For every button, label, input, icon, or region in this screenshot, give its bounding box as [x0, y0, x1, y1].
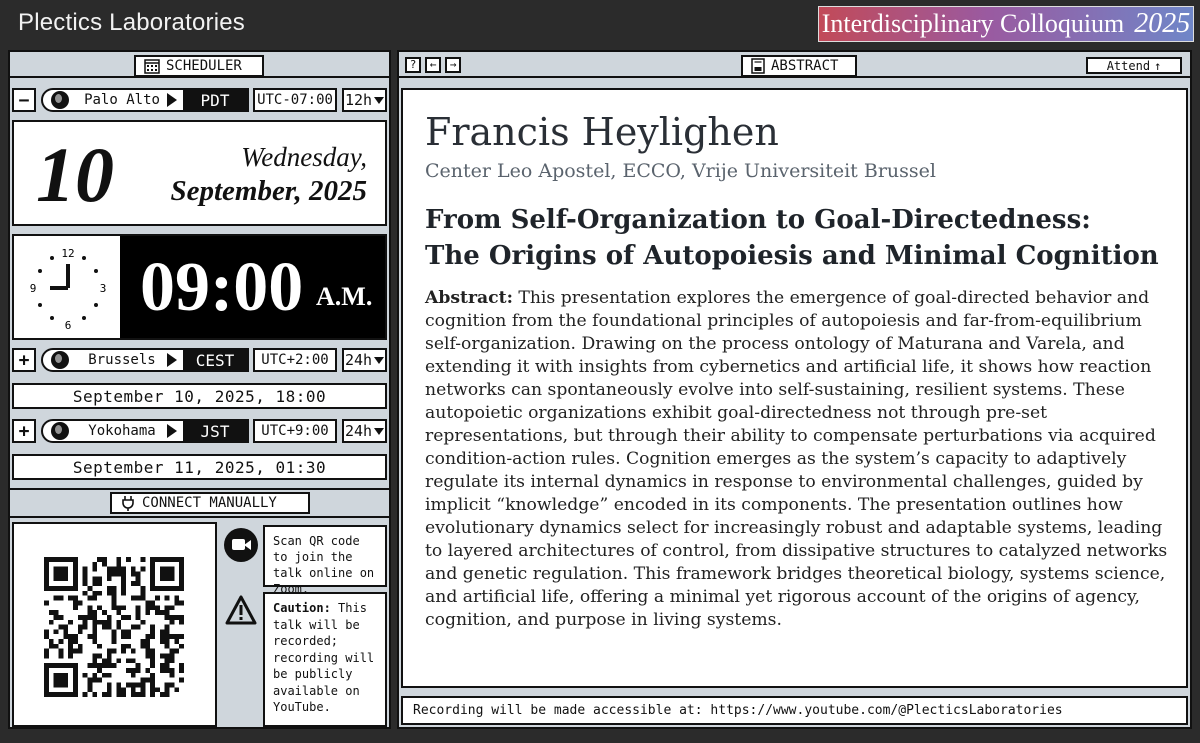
play-arrow-icon — [167, 353, 177, 367]
digital-clock: 09:00 A.M. — [120, 236, 385, 338]
chevron-down-icon — [374, 356, 385, 364]
utc-offset: UTC+2:00 — [253, 348, 337, 372]
plug-icon — [122, 496, 134, 511]
speaker-name: Francis Heylighen — [425, 110, 779, 154]
banner-title: Interdisciplinary Colloquium — [821, 9, 1125, 38]
abstract-label: Abstract: — [425, 288, 513, 308]
tz-abbreviation: PDT — [183, 90, 247, 110]
back-button[interactable]: ← — [425, 57, 441, 73]
document-icon — [751, 58, 765, 74]
utc-offset: UTC+9:00 — [253, 419, 337, 443]
abstract-text: This presentation explores the emergence… — [425, 288, 1168, 630]
dial-3: 3 — [100, 282, 107, 295]
city-name: Brussels — [88, 352, 156, 368]
abstract-content: Francis Heylighen Center Leo Apostel, EC… — [401, 88, 1188, 688]
arrow-up-icon: ↑ — [1154, 58, 1162, 73]
hour-format-value: 12h — [344, 91, 373, 109]
day-number: 10 — [36, 131, 114, 218]
speaker-affiliation: Center Leo Apostel, ECCO, Vrije Universi… — [425, 160, 936, 182]
caution-note: Caution: This talk will be recorded; rec… — [263, 592, 387, 727]
timezone-row-yokohama: + Yokohama JST UTC+9:00 24h — [10, 419, 389, 445]
datetime-yokohama: September 11, 2025, 01:30 — [12, 454, 387, 480]
connect-header: CONNECT MANUALLY — [10, 488, 389, 518]
datetime-brussels: September 10, 2025, 18:00 — [12, 383, 387, 409]
utc-offset: UTC-07:00 — [253, 88, 337, 112]
hour-format-select[interactable]: 12h — [342, 88, 387, 112]
chevron-down-icon — [374, 96, 385, 104]
dial-12: 12 — [61, 247, 74, 260]
warning-icon — [225, 595, 257, 625]
video-camera-icon — [224, 528, 258, 562]
primary-timezone-row: − Palo Alto PDT UTC-07:00 12h — [10, 88, 389, 114]
date-display: 10 Wednesday, September, 2025 — [12, 120, 387, 226]
forward-button[interactable]: → — [445, 57, 461, 73]
expand-timezone-button[interactable]: + — [12, 348, 36, 372]
app-title: Plectics Laboratories — [18, 9, 245, 36]
talk-title-line-2: The Origins of Autopoiesis and Minimal C… — [425, 241, 1159, 271]
calendar-icon — [144, 59, 160, 74]
hour-format-value: 24h — [344, 422, 373, 440]
clock-time: 09:00 — [140, 249, 304, 326]
clock-ampm: A.M. — [316, 282, 373, 311]
top-bar: Plectics Laboratories Interdisciplinary … — [0, 0, 1200, 46]
dial-6: 6 — [65, 319, 72, 332]
tz-abbreviation: CEST — [183, 350, 247, 370]
attend-button[interactable]: Attend ↑ — [1086, 57, 1182, 74]
zoom-note: Scan QR code to join the talk online on … — [263, 525, 387, 596]
caution-text: This talk will be recorded; recording wi… — [273, 601, 375, 714]
weekday: Wednesday, — [241, 142, 367, 172]
abstract-title: ABSTRACT — [741, 55, 857, 77]
abstract-panel: ? ← → ABSTRACT Attend ↑ Francis Heylighe… — [397, 50, 1192, 729]
expand-timezone-button[interactable]: + — [12, 419, 36, 443]
qr-code-image[interactable] — [44, 557, 184, 697]
scheduler-title-text: SCHEDULER — [166, 58, 242, 74]
connect-title-text: CONNECT MANUALLY — [142, 495, 277, 511]
city-name: Yokohama — [88, 423, 156, 439]
globe-icon — [51, 351, 69, 369]
play-arrow-icon — [167, 424, 177, 438]
hour-format-select[interactable]: 24h — [342, 419, 387, 443]
banner-year: 2025 — [1134, 8, 1191, 39]
analog-clock-icon: 12 3 6 9 — [30, 247, 107, 332]
city-selector-brussels[interactable]: Brussels CEST — [41, 348, 249, 372]
month-year: September, 2025 — [170, 175, 367, 207]
city-selector-palo-alto[interactable]: Palo Alto PDT — [41, 88, 249, 112]
colloquium-banner: Interdisciplinary Colloquium 2025 — [818, 6, 1194, 42]
tz-abbreviation: JST — [183, 421, 247, 441]
city-selector-yokohama[interactable]: Yokohama JST — [41, 419, 249, 443]
time-display: 12 3 6 9 09:00 A.M. — [12, 234, 387, 340]
dial-9: 9 — [30, 282, 37, 295]
scheduler-title: SCHEDULER — [134, 55, 264, 77]
hour-format-select[interactable]: 24h — [342, 348, 387, 372]
talk-title-line-1: From Self-Organization to Goal-Directedn… — [425, 205, 1091, 235]
abstract-body: Abstract: This presentation explores the… — [425, 287, 1180, 632]
abstract-header: ? ← → ABSTRACT Attend ↑ — [399, 52, 1190, 78]
timezone-row-brussels: + Brussels CEST UTC+2:00 24h — [10, 348, 389, 374]
abstract-title-text: ABSTRACT — [771, 58, 839, 74]
connect-title: CONNECT MANUALLY — [110, 492, 310, 514]
help-button[interactable]: ? — [405, 57, 421, 73]
play-arrow-icon — [167, 93, 177, 107]
caution-label: Caution: — [273, 601, 331, 615]
globe-icon — [51, 422, 69, 440]
talk-title: From Self-Organization to Goal-Directedn… — [425, 202, 1175, 274]
hour-format-value: 24h — [344, 351, 373, 369]
recording-footer: Recording will be made accessible at: ht… — [401, 696, 1188, 725]
scheduler-panel: SCHEDULER − Palo Alto PDT UTC-07:00 12h … — [8, 50, 391, 729]
city-name: Palo Alto — [84, 92, 160, 108]
globe-icon — [51, 91, 69, 109]
collapse-timezone-button[interactable]: − — [12, 88, 36, 112]
qr-code-box — [12, 522, 217, 727]
scheduler-header: SCHEDULER — [10, 52, 389, 78]
chevron-down-icon — [374, 427, 385, 435]
attend-label: Attend — [1106, 58, 1151, 73]
